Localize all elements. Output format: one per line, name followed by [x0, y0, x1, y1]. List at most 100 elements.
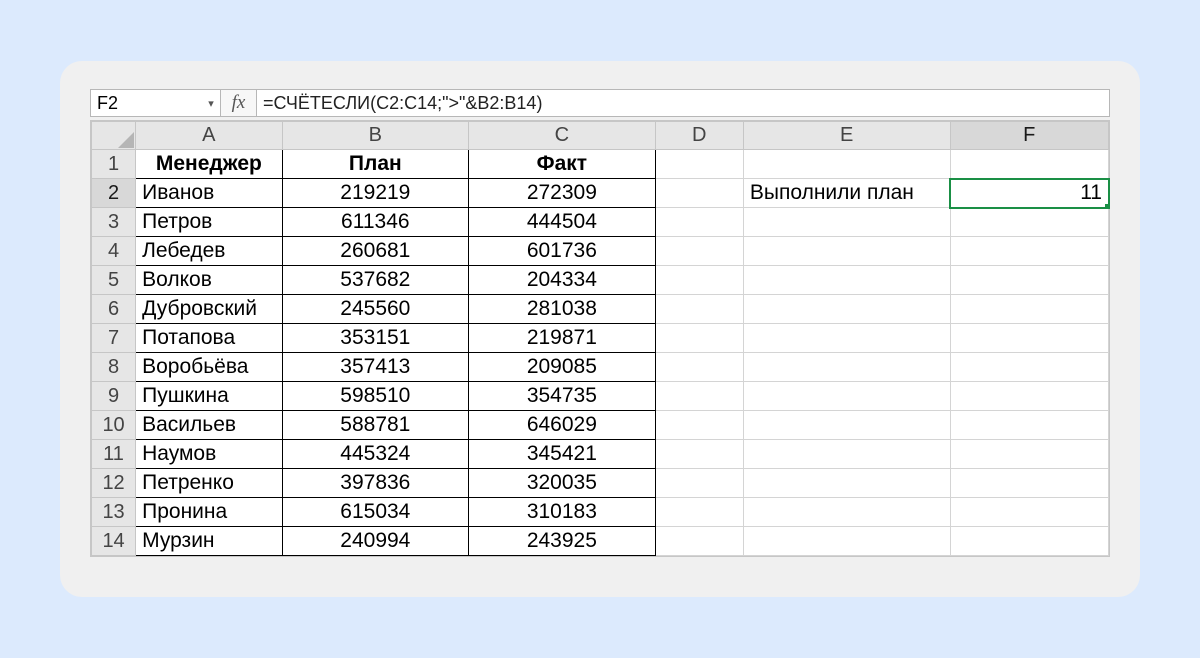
- cell-C12[interactable]: 320035: [469, 469, 656, 498]
- cell-A7[interactable]: Потапова: [136, 324, 282, 353]
- cell-C8[interactable]: 209085: [469, 353, 656, 382]
- cell-B13[interactable]: 615034: [282, 498, 469, 527]
- cell-B8[interactable]: 357413: [282, 353, 469, 382]
- cell-E9[interactable]: [743, 382, 950, 411]
- cell-F14[interactable]: [950, 527, 1109, 556]
- rowhdr-13[interactable]: 13: [92, 498, 136, 527]
- cell-D13[interactable]: [655, 498, 743, 527]
- cell-A1[interactable]: Менеджер: [136, 150, 282, 179]
- cell-D4[interactable]: [655, 237, 743, 266]
- colhdr-F[interactable]: F: [950, 122, 1109, 150]
- cell-E13[interactable]: [743, 498, 950, 527]
- rowhdr-2[interactable]: 2: [92, 179, 136, 208]
- fx-icon[interactable]: fx: [221, 90, 257, 116]
- cell-C13[interactable]: 310183: [469, 498, 656, 527]
- cell-C7[interactable]: 219871: [469, 324, 656, 353]
- cell-B9[interactable]: 598510: [282, 382, 469, 411]
- cell-B10[interactable]: 588781: [282, 411, 469, 440]
- cell-D9[interactable]: [655, 382, 743, 411]
- rowhdr-3[interactable]: 3: [92, 208, 136, 237]
- cell-D1[interactable]: [655, 150, 743, 179]
- cell-D6[interactable]: [655, 295, 743, 324]
- cell-A3[interactable]: Петров: [136, 208, 282, 237]
- cell-B6[interactable]: 245560: [282, 295, 469, 324]
- cell-D14[interactable]: [655, 527, 743, 556]
- colhdr-B[interactable]: B: [282, 122, 469, 150]
- cell-D2[interactable]: [655, 179, 743, 208]
- cell-D12[interactable]: [655, 469, 743, 498]
- cell-C2[interactable]: 272309: [469, 179, 656, 208]
- cell-C5[interactable]: 204334: [469, 266, 656, 295]
- cell-B4[interactable]: 260681: [282, 237, 469, 266]
- cell-A11[interactable]: Наумов: [136, 440, 282, 469]
- cell-B14[interactable]: 240994: [282, 527, 469, 556]
- cell-A9[interactable]: Пушкина: [136, 382, 282, 411]
- rowhdr-10[interactable]: 10: [92, 411, 136, 440]
- cell-C4[interactable]: 601736: [469, 237, 656, 266]
- cell-A6[interactable]: Дубровский: [136, 295, 282, 324]
- rowhdr-5[interactable]: 5: [92, 266, 136, 295]
- colhdr-C[interactable]: C: [469, 122, 656, 150]
- cell-F11[interactable]: [950, 440, 1109, 469]
- cell-F9[interactable]: [950, 382, 1109, 411]
- cell-F6[interactable]: [950, 295, 1109, 324]
- cell-F12[interactable]: [950, 469, 1109, 498]
- cell-D3[interactable]: [655, 208, 743, 237]
- cell-C1[interactable]: Факт: [469, 150, 656, 179]
- cell-F1[interactable]: [950, 150, 1109, 179]
- colhdr-A[interactable]: A: [136, 122, 282, 150]
- cell-C11[interactable]: 345421: [469, 440, 656, 469]
- formula-input[interactable]: =СЧЁТЕСЛИ(C2:C14;">"&B2:B14): [257, 90, 1109, 116]
- cell-B3[interactable]: 611346: [282, 208, 469, 237]
- cell-F10[interactable]: [950, 411, 1109, 440]
- cell-A13[interactable]: Пронина: [136, 498, 282, 527]
- cell-F3[interactable]: [950, 208, 1109, 237]
- cell-A5[interactable]: Волков: [136, 266, 282, 295]
- cell-C3[interactable]: 444504: [469, 208, 656, 237]
- cell-B7[interactable]: 353151: [282, 324, 469, 353]
- cell-B1[interactable]: План: [282, 150, 469, 179]
- cell-D5[interactable]: [655, 266, 743, 295]
- rowhdr-4[interactable]: 4: [92, 237, 136, 266]
- rowhdr-14[interactable]: 14: [92, 527, 136, 556]
- cell-E4[interactable]: [743, 237, 950, 266]
- cell-A14[interactable]: Мурзин: [136, 527, 282, 556]
- rowhdr-8[interactable]: 8: [92, 353, 136, 382]
- name-box[interactable]: F2 ▾: [91, 90, 221, 116]
- colhdr-D[interactable]: D: [655, 122, 743, 150]
- cell-F2[interactable]: 11: [950, 179, 1109, 208]
- colhdr-E[interactable]: E: [743, 122, 950, 150]
- cell-F7[interactable]: [950, 324, 1109, 353]
- cell-C6[interactable]: 281038: [469, 295, 656, 324]
- cell-B5[interactable]: 537682: [282, 266, 469, 295]
- rowhdr-7[interactable]: 7: [92, 324, 136, 353]
- cell-D10[interactable]: [655, 411, 743, 440]
- cell-C14[interactable]: 243925: [469, 527, 656, 556]
- cell-D7[interactable]: [655, 324, 743, 353]
- cell-E1[interactable]: [743, 150, 950, 179]
- cell-B11[interactable]: 445324: [282, 440, 469, 469]
- cell-F4[interactable]: [950, 237, 1109, 266]
- cell-E8[interactable]: [743, 353, 950, 382]
- rowhdr-1[interactable]: 1: [92, 150, 136, 179]
- rowhdr-11[interactable]: 11: [92, 440, 136, 469]
- cell-A12[interactable]: Петренко: [136, 469, 282, 498]
- cell-A10[interactable]: Васильев: [136, 411, 282, 440]
- cell-A4[interactable]: Лебедев: [136, 237, 282, 266]
- rowhdr-6[interactable]: 6: [92, 295, 136, 324]
- cell-E14[interactable]: [743, 527, 950, 556]
- cell-B2[interactable]: 219219: [282, 179, 469, 208]
- cell-F5[interactable]: [950, 266, 1109, 295]
- cell-B12[interactable]: 397836: [282, 469, 469, 498]
- cell-E11[interactable]: [743, 440, 950, 469]
- select-all-corner[interactable]: [92, 122, 136, 150]
- cell-D11[interactable]: [655, 440, 743, 469]
- cell-E10[interactable]: [743, 411, 950, 440]
- cell-E5[interactable]: [743, 266, 950, 295]
- cell-C10[interactable]: 646029: [469, 411, 656, 440]
- cell-A8[interactable]: Воробьёва: [136, 353, 282, 382]
- cell-A2[interactable]: Иванов: [136, 179, 282, 208]
- cell-E6[interactable]: [743, 295, 950, 324]
- rowhdr-12[interactable]: 12: [92, 469, 136, 498]
- cell-D8[interactable]: [655, 353, 743, 382]
